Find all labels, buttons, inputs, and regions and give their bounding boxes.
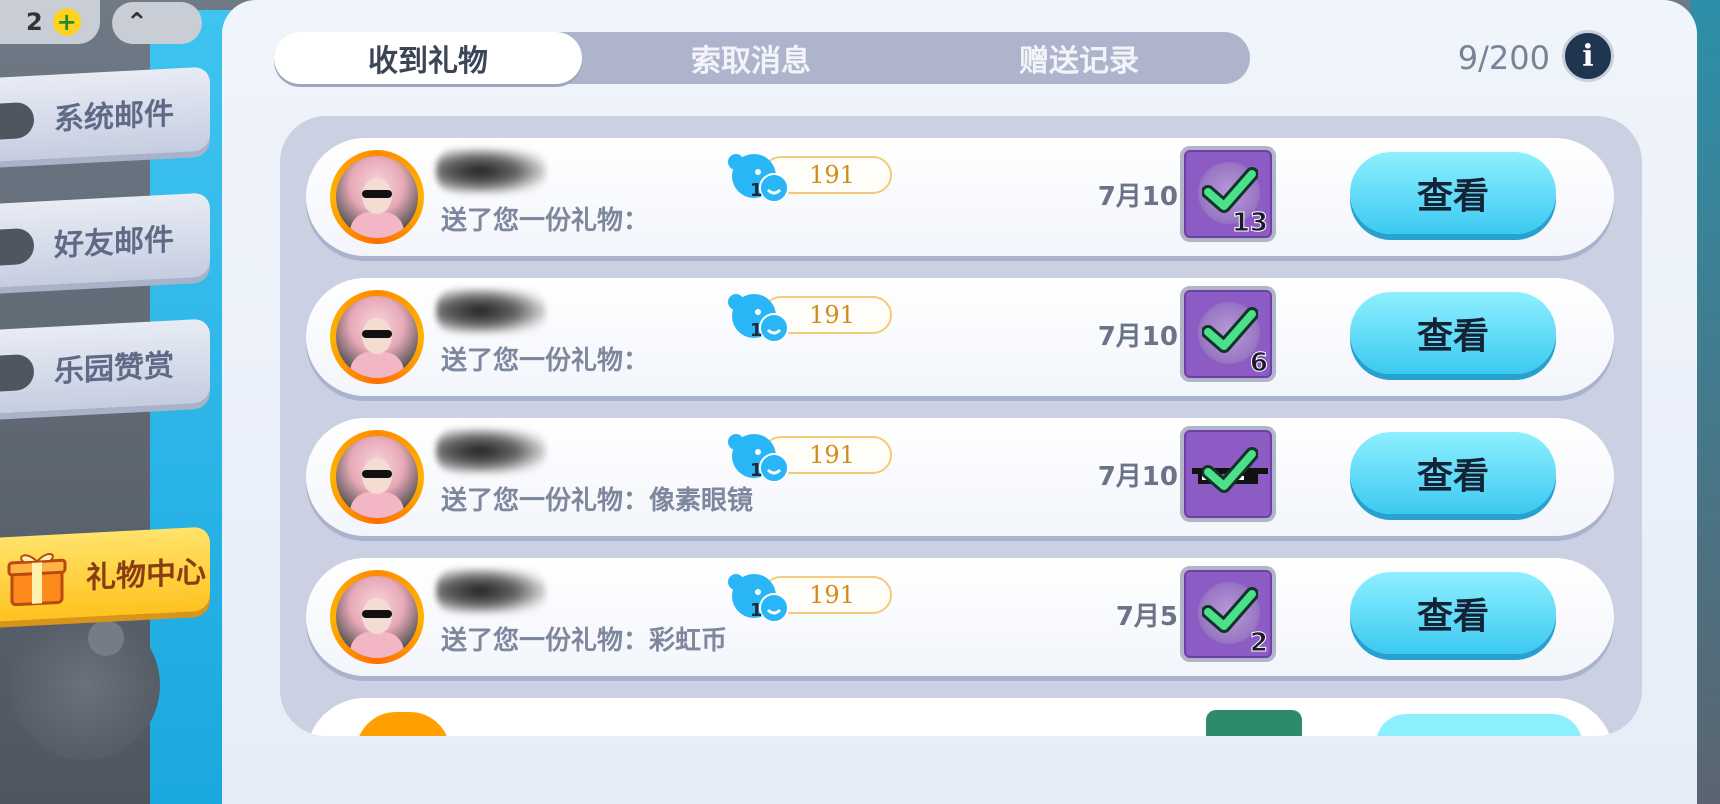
sidebar-item-label: 系统邮件	[54, 96, 174, 138]
avatar[interactable]	[356, 712, 450, 736]
tab-notch	[0, 353, 34, 392]
tab-sent-records[interactable]: 赠送记录	[924, 32, 1234, 84]
tab-label: 收到礼物	[368, 44, 488, 79]
chevron-up-icon: ⌃	[126, 8, 148, 38]
gift-item-tile[interactable]: 2	[1180, 566, 1276, 662]
check-icon	[1202, 587, 1258, 633]
level-value: 191	[809, 581, 855, 609]
joystick-knob[interactable]	[88, 620, 124, 656]
info-button[interactable]: i	[1562, 30, 1614, 82]
check-icon	[1202, 307, 1258, 353]
avatar[interactable]	[330, 290, 424, 384]
level-value: 191	[809, 301, 855, 329]
bear-level-number: 1	[750, 320, 763, 341]
view-button[interactable]: 查看	[1350, 432, 1556, 514]
avatar[interactable]	[330, 430, 424, 524]
view-button[interactable]	[1376, 714, 1582, 736]
resource-count: 2	[26, 8, 43, 36]
tab-bar: 收到礼物 索取消息 赠送记录	[274, 32, 1250, 84]
gift-row: 送了您一份礼物：彩虹币 191 1 7月5日 2 查看	[306, 558, 1614, 676]
virtual-joystick[interactable]	[10, 610, 160, 760]
avatar[interactable]	[330, 570, 424, 664]
tab-notch	[0, 227, 34, 266]
sidebar-item-system-mail[interactable]: 系统邮件	[0, 66, 210, 162]
sidebar-item-friend-mail[interactable]: 好友邮件	[0, 192, 210, 288]
tab-label: 索取消息	[691, 44, 811, 79]
tab-notch	[0, 101, 34, 140]
gift-row: 送了您一份礼物： 191 1 7月10日 6 查看	[306, 278, 1614, 396]
sidebar-item-label: 乐园赞赏	[54, 348, 174, 390]
gift-row: 送了您一份礼物： 191 1 7月10日 13 查看	[306, 138, 1614, 256]
gift-row: 送了您一份礼物：像素眼镜 191 1 7月10日 查看	[306, 418, 1614, 536]
sidebar-item-label: 礼物中心	[86, 554, 206, 596]
sender-name-redacted	[436, 428, 546, 474]
gift-row-partial	[306, 698, 1614, 736]
sidebar-item-gift-center[interactable]: 礼物中心	[0, 526, 210, 622]
gift-count: 2	[1249, 628, 1268, 659]
sidebar-item-label: 好友邮件	[54, 222, 174, 264]
tab-request-messages[interactable]: 索取消息	[596, 32, 906, 84]
level-badge: 191 1	[726, 426, 906, 488]
check-icon	[1202, 447, 1258, 493]
tab-label: 赠送记录	[1019, 44, 1139, 79]
sender-name-redacted	[436, 148, 546, 194]
view-button[interactable]: 查看	[1350, 572, 1556, 654]
level-badge: 191 1	[726, 146, 906, 208]
gift-count: 13	[1231, 208, 1268, 239]
sender-name-redacted	[436, 568, 546, 614]
view-button[interactable]: 查看	[1350, 152, 1556, 234]
gift-message: 送了您一份礼物：像素眼镜	[441, 486, 754, 516]
gift-item-tile[interactable]: 13	[1180, 146, 1276, 242]
gift-count: 6	[1249, 348, 1268, 379]
view-button[interactable]: 查看	[1350, 292, 1556, 374]
expand-button[interactable]: ⌃	[112, 2, 202, 44]
level-badge: 191 1	[726, 566, 906, 628]
bear-level-number: 1	[750, 600, 763, 621]
resource-counter: 2 +	[0, 0, 100, 44]
level-value: 191	[809, 161, 855, 189]
gift-list[interactable]: 送了您一份礼物： 191 1 7月10日 13 查看 送了您一份礼物： 191 …	[280, 116, 1642, 736]
gift-message: 送了您一份礼物：彩虹币	[441, 626, 728, 656]
gift-item-tile[interactable]	[1180, 426, 1276, 522]
gift-item-tile[interactable]	[1206, 710, 1302, 736]
gift-item-tile[interactable]: 6	[1180, 286, 1276, 382]
check-icon	[1202, 167, 1258, 213]
gift-message: 送了您一份礼物：	[441, 346, 650, 376]
info-icon: i	[1582, 38, 1594, 74]
bear-level-number: 1	[750, 460, 763, 481]
level-value: 191	[809, 441, 855, 469]
gift-message: 送了您一份礼物：	[441, 206, 650, 236]
level-badge: 191 1	[726, 286, 906, 348]
avatar[interactable]	[330, 150, 424, 244]
add-resource-button[interactable]: +	[52, 8, 81, 36]
sidebar-item-park-reward[interactable]: 乐园赞赏	[0, 318, 210, 414]
sender-name-redacted	[436, 288, 546, 334]
bear-level-number: 1	[750, 180, 763, 201]
tab-received-gifts[interactable]: 收到礼物	[274, 32, 582, 84]
gift-capacity-counter: 9/200	[1457, 39, 1550, 77]
gift-icon	[7, 553, 67, 607]
